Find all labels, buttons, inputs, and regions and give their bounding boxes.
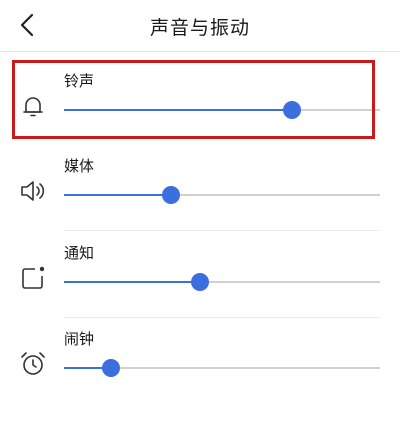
- notification-label: 通知: [64, 244, 95, 262]
- row-divider: [64, 230, 380, 231]
- alarm-volume-row: 闹钟: [0, 320, 400, 404]
- slider-thumb[interactable]: [102, 359, 121, 377]
- slider-thumb[interactable]: [162, 186, 181, 204]
- media-volume-slider[interactable]: [64, 185, 380, 205]
- speaker-icon: [18, 176, 48, 206]
- slider-fill: [64, 281, 200, 283]
- media-volume-row: 媒体: [0, 147, 400, 231]
- top-bar: 声音与振动: [0, 0, 400, 50]
- header-divider: [0, 51, 400, 52]
- notification-volume-slider[interactable]: [64, 272, 380, 292]
- notification-icon: [18, 263, 48, 293]
- notification-volume-row: 通知: [0, 234, 400, 318]
- alarm-volume-slider[interactable]: [64, 358, 380, 378]
- media-label: 媒体: [64, 157, 95, 175]
- page-title: 声音与振动: [149, 17, 250, 39]
- slider-thumb[interactable]: [190, 273, 209, 291]
- slider-fill: [64, 194, 172, 196]
- row-divider: [64, 317, 380, 318]
- alarm-clock-icon: [18, 349, 48, 379]
- alarm-label: 闹钟: [64, 330, 95, 348]
- highlight-box: [12, 60, 375, 139]
